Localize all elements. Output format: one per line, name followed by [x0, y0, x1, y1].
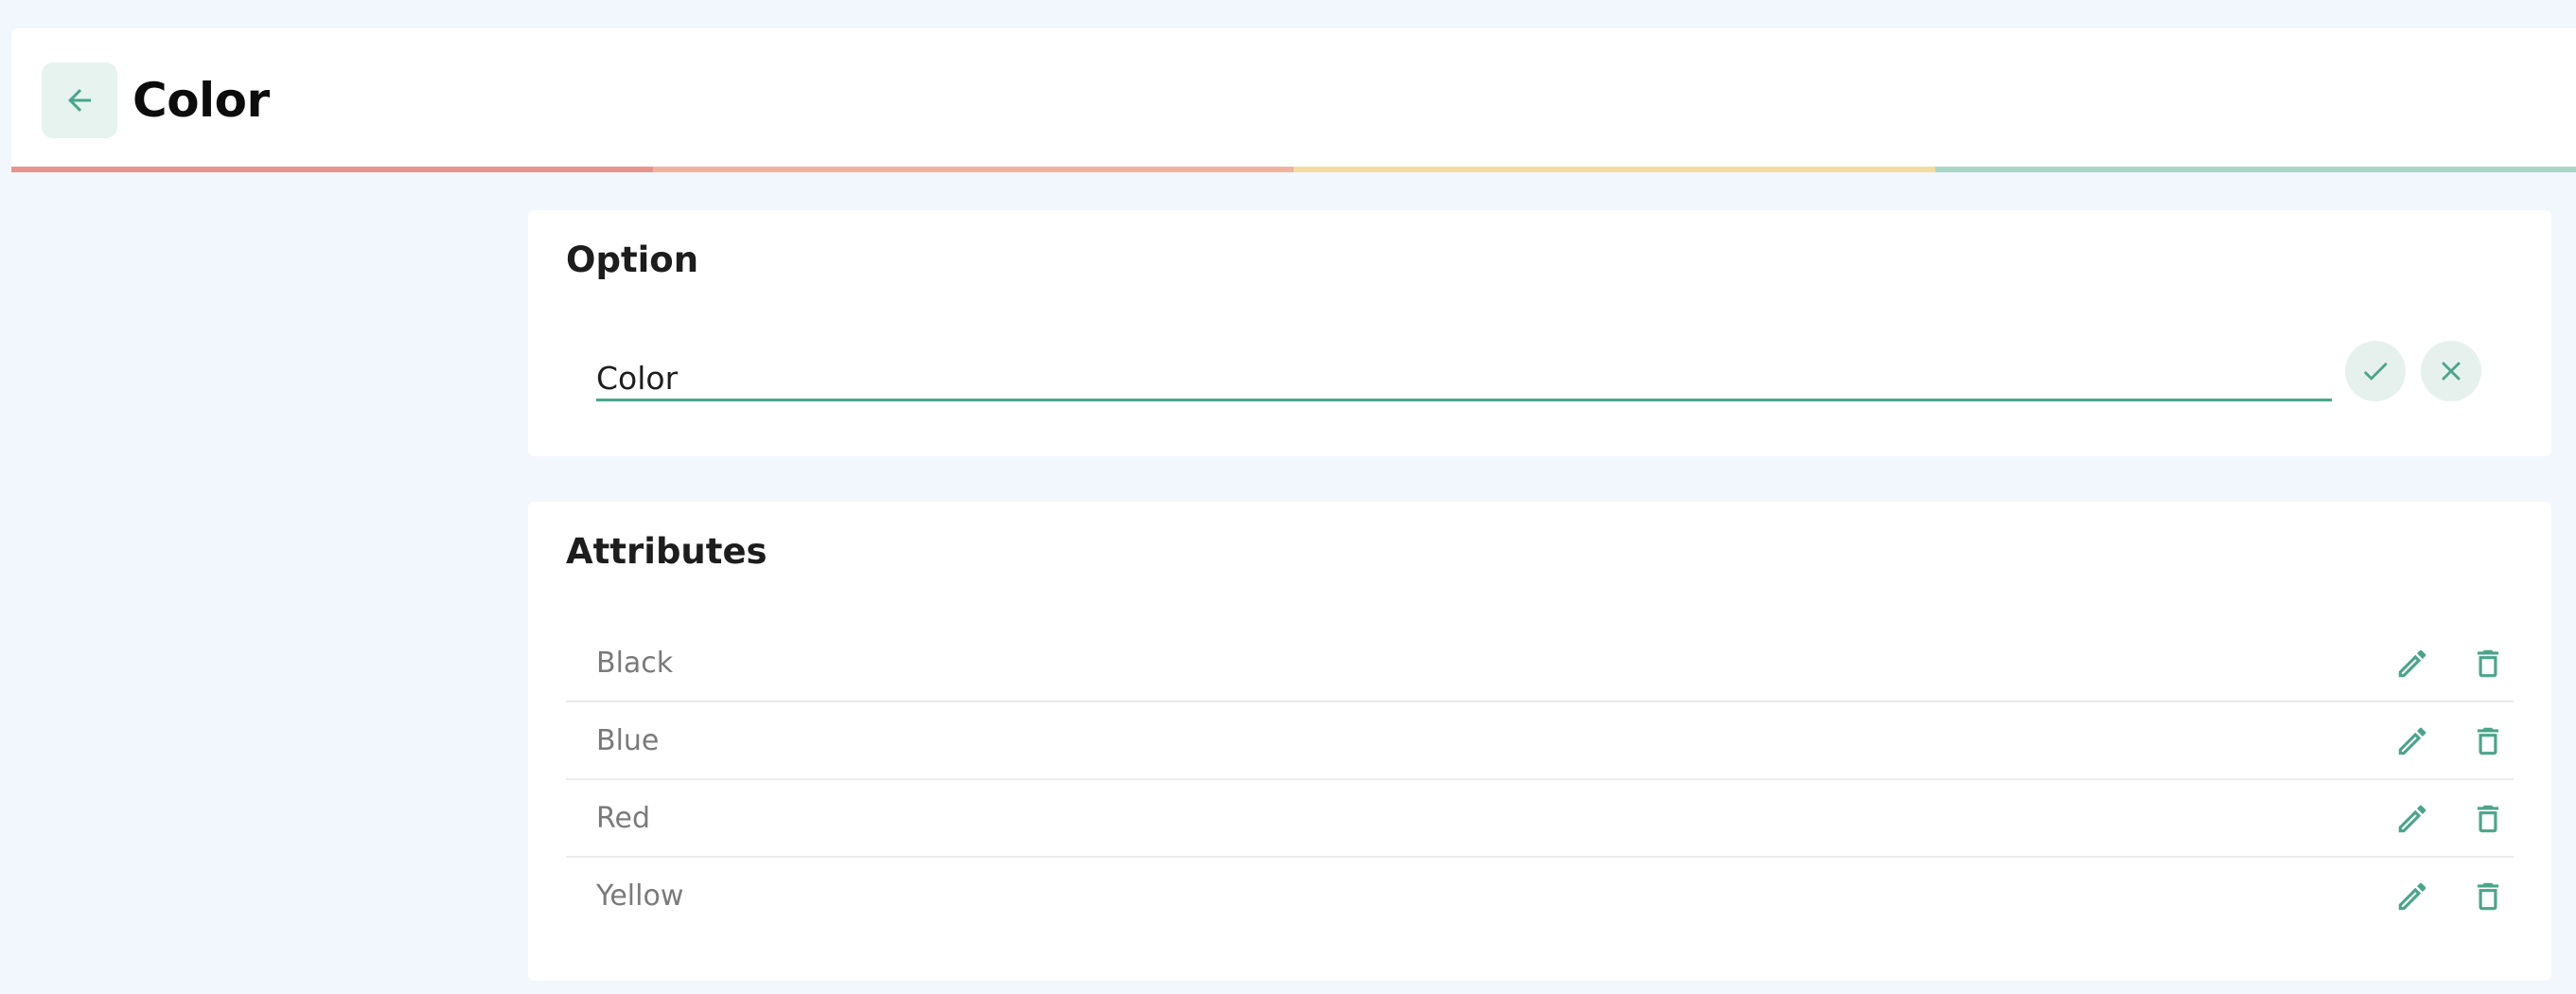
- attribute-row-blue: Blue: [566, 702, 2514, 780]
- confirm-button[interactable]: [2345, 341, 2406, 401]
- option-heading: Option: [566, 240, 699, 280]
- trash-icon: [2477, 649, 2499, 678]
- trash-icon: [2477, 805, 2499, 833]
- option-card: Option: [528, 210, 2551, 456]
- attributes-list: Black Blue Red Yellow: [566, 625, 2514, 935]
- delete-attribute-button[interactable]: [2468, 877, 2508, 916]
- edit-attribute-button[interactable]: [2392, 721, 2432, 761]
- stripe-segment-red: [11, 167, 653, 172]
- attributes-card: Attributes Black Blue Red Yellow: [528, 502, 2551, 981]
- delete-attribute-button[interactable]: [2468, 644, 2508, 683]
- back-button[interactable]: [42, 62, 117, 138]
- check-icon: [2363, 362, 2388, 381]
- option-name-input[interactable]: [596, 345, 2332, 401]
- pencil-icon: [2398, 727, 2426, 755]
- page-header: Color: [11, 28, 2576, 172]
- attribute-label: Black: [596, 647, 674, 680]
- delete-attribute-button[interactable]: [2468, 721, 2508, 761]
- pencil-icon: [2398, 882, 2426, 911]
- attribute-label: Yellow: [596, 879, 684, 913]
- close-icon: [2442, 362, 2461, 381]
- header-color-stripe: [11, 167, 2576, 172]
- attribute-row-red: Red: [566, 780, 2514, 858]
- edit-attribute-button[interactable]: [2392, 799, 2432, 839]
- attribute-row-yellow: Yellow: [566, 858, 2514, 935]
- cancel-button[interactable]: [2421, 341, 2481, 401]
- stripe-segment-green: [1934, 167, 2576, 172]
- arrow-left-icon: [68, 89, 91, 112]
- edit-attribute-button[interactable]: [2392, 644, 2432, 683]
- delete-attribute-button[interactable]: [2468, 799, 2508, 839]
- attribute-row-black: Black: [566, 625, 2514, 702]
- edit-attribute-button[interactable]: [2392, 877, 2432, 916]
- stripe-segment-yellow: [1294, 167, 1935, 172]
- trash-icon: [2477, 882, 2499, 911]
- attribute-label: Red: [596, 802, 650, 835]
- attribute-label: Blue: [596, 724, 660, 757]
- trash-icon: [2477, 727, 2499, 755]
- pencil-icon: [2398, 805, 2426, 833]
- page-title: Color: [132, 73, 270, 128]
- attributes-heading: Attributes: [566, 531, 768, 572]
- stripe-segment-salmon: [652, 167, 1294, 172]
- pencil-icon: [2398, 649, 2426, 678]
